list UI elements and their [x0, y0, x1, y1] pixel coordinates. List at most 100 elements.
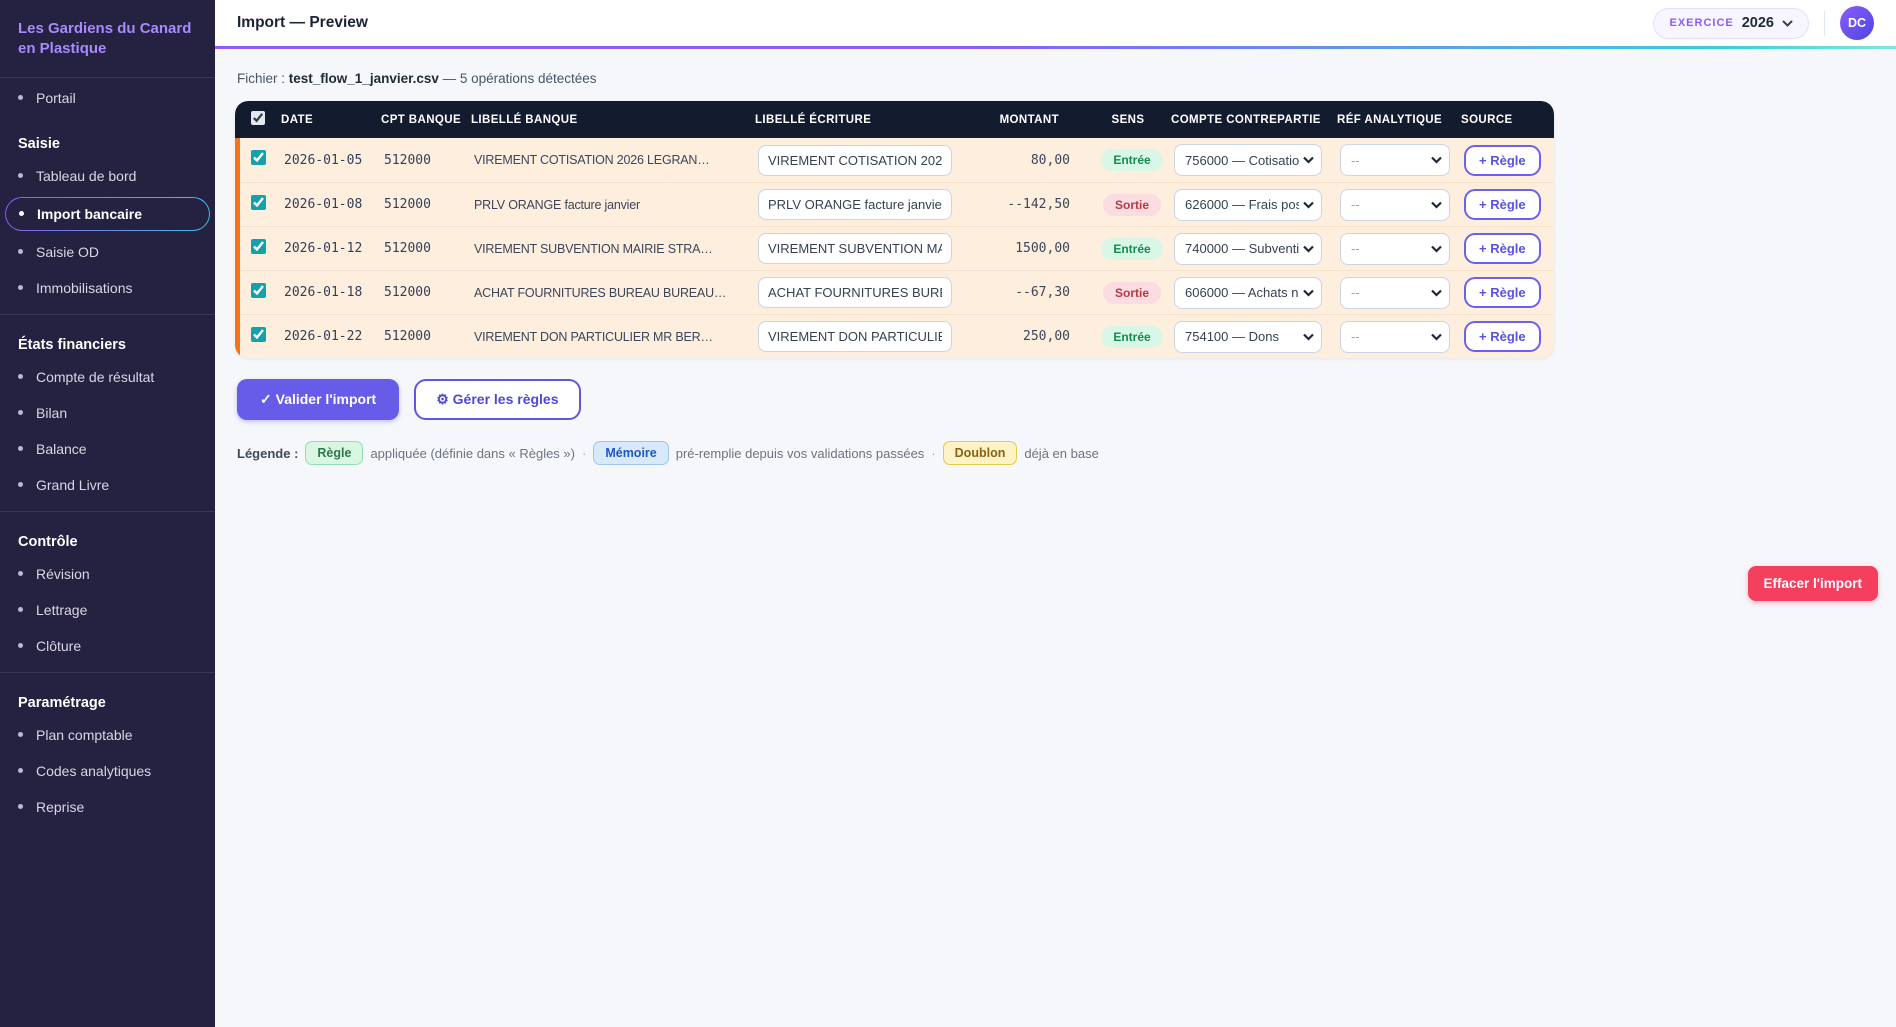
ref-analytique-select[interactable]: --: [1340, 277, 1450, 309]
ref-analytique-select[interactable]: --: [1340, 233, 1450, 265]
clear-import-button[interactable]: Effacer l'import: [1748, 566, 1878, 601]
sidebar-item-balance[interactable]: Balance: [0, 432, 215, 466]
bullet-icon: [19, 211, 24, 216]
sidebar-item-immobilisations[interactable]: Immobilisations: [0, 271, 215, 305]
ref-analytique-select[interactable]: --: [1340, 189, 1450, 221]
action-bar: ✓ Valider l'import ⚙ Gérer les règles: [237, 379, 1878, 420]
sidebar-item-lettrage[interactable]: Lettrage: [0, 593, 215, 627]
contrepartie-select[interactable]: 606000 — Achats non st: [1174, 277, 1322, 309]
sidebar-item-cloture[interactable]: Clôture: [0, 629, 215, 663]
sidebar-item-portail[interactable]: Portail: [0, 81, 215, 115]
avatar[interactable]: DC: [1840, 6, 1874, 40]
libelle-ecriture-input[interactable]: [758, 277, 952, 308]
bullet-icon: [18, 410, 23, 415]
bullet-icon: [18, 374, 23, 379]
sidebar-divider: [0, 672, 215, 673]
topbar-right: EXERCICE 2026 DC: [1653, 6, 1874, 40]
row-checkbox[interactable]: [251, 239, 266, 254]
contrepartie-select[interactable]: 756000 — Cotisations: [1174, 144, 1322, 176]
chevron-down-icon: [1782, 20, 1793, 27]
sidebar-item-bilan[interactable]: Bilan: [0, 396, 215, 430]
sidebar-item-label: Révision: [36, 566, 90, 582]
row-checkbox[interactable]: [251, 195, 266, 210]
sidebar-item-label: Immobilisations: [36, 280, 132, 296]
row-checkbox[interactable]: [251, 283, 266, 298]
contrepartie-select[interactable]: 754100 — Dons: [1174, 321, 1322, 353]
exercice-selector[interactable]: EXERCICE 2026: [1653, 8, 1809, 39]
cell-cpt-banque: 512000: [384, 153, 474, 168]
col-header-source: SOURCE: [1459, 114, 1554, 126]
validate-import-button[interactable]: ✓ Valider l'import: [237, 379, 399, 420]
app-title: Les Gardiens du Canard en Plastique: [0, 0, 215, 75]
legend-memoire-badge: Mémoire: [593, 441, 668, 465]
libelle-ecriture-input[interactable]: [758, 189, 952, 220]
sidebar-item-label: Import bancaire: [37, 206, 142, 222]
sidebar-item-reprise[interactable]: Reprise: [0, 790, 215, 824]
bullet-icon: [18, 173, 23, 178]
clear-import-row: Effacer l'import: [235, 566, 1878, 601]
bullet-icon: [18, 804, 23, 809]
select-all-checkbox[interactable]: [251, 111, 265, 125]
cell-libelle-banque: PRLV ORANGE facture janvier: [474, 198, 758, 212]
ref-analytique-select[interactable]: --: [1340, 144, 1450, 176]
sidebar-heading-parametrage: Paramétrage: [0, 675, 215, 717]
sidebar-item-label: Reprise: [36, 799, 84, 815]
legend-regle-text: appliquée (définie dans « Règles »): [370, 446, 575, 461]
cell-date: 2026-01-08: [284, 197, 384, 212]
contrepartie-select[interactable]: 626000 — Frais postaux: [1174, 189, 1322, 221]
sens-badge: Sortie: [1103, 282, 1161, 304]
cell-libelle-banque: VIREMENT SUBVENTION MAIRIE STRA…: [474, 242, 758, 256]
table-row: 2026-01-08 512000 PRLV ORANGE facture ja…: [240, 182, 1554, 226]
bullet-icon: [18, 285, 23, 290]
cell-date: 2026-01-05: [284, 153, 384, 168]
exercice-year: 2026: [1742, 15, 1774, 31]
file-info-suffix: — 5 opérations détectées: [443, 71, 597, 86]
table-row: 2026-01-18 512000 ACHAT FOURNITURES BURE…: [240, 270, 1554, 314]
contrepartie-select[interactable]: 740000 — Subventions: [1174, 233, 1322, 265]
manage-rules-button[interactable]: ⚙ Gérer les règles: [414, 379, 580, 420]
check-icon: ✓: [260, 391, 272, 407]
sidebar-item-import-bancaire[interactable]: Import bancaire: [5, 197, 210, 231]
sidebar-item-revision[interactable]: Révision: [0, 557, 215, 591]
sidebar-item-tableau-de-bord[interactable]: Tableau de bord: [0, 159, 215, 193]
add-rule-button[interactable]: + Règle: [1464, 189, 1541, 220]
libelle-ecriture-input[interactable]: [758, 233, 952, 264]
table-body: 2026-01-05 512000 VIREMENT COTISATION 20…: [235, 138, 1554, 358]
sidebar: Les Gardiens du Canard en Plastique Port…: [0, 0, 215, 1027]
add-rule-button[interactable]: + Règle: [1464, 145, 1541, 176]
sidebar-item-grand-livre[interactable]: Grand Livre: [0, 468, 215, 502]
sidebar-item-label: Tableau de bord: [36, 168, 136, 184]
sidebar-heading-etats-financiers: États financiers: [0, 317, 215, 359]
row-checkbox[interactable]: [251, 150, 266, 165]
bullet-icon: [18, 446, 23, 451]
cell-cpt-banque: 512000: [384, 285, 474, 300]
add-rule-button[interactable]: + Règle: [1464, 233, 1541, 264]
add-rule-button[interactable]: + Règle: [1464, 321, 1541, 352]
sidebar-item-compte-de-resultat[interactable]: Compte de résultat: [0, 360, 215, 394]
cell-cpt-banque: 512000: [384, 197, 474, 212]
sens-badge: Sortie: [1103, 194, 1161, 216]
ref-analytique-select[interactable]: --: [1340, 321, 1450, 353]
bullet-icon: [18, 482, 23, 487]
cell-montant: 1500,00: [986, 241, 1090, 256]
add-rule-button[interactable]: + Règle: [1464, 277, 1541, 308]
cell-cpt-banque: 512000: [384, 241, 474, 256]
bullet-icon: [18, 571, 23, 576]
sens-badge: Entrée: [1101, 238, 1162, 260]
row-checkbox[interactable]: [251, 327, 266, 342]
file-info-label: Fichier :: [237, 71, 285, 86]
table-header-row: DATE CPT BANQUE LIBELLÉ BANQUE LIBELLÉ É…: [235, 101, 1554, 138]
sidebar-item-plan-comptable[interactable]: Plan comptable: [0, 718, 215, 752]
libelle-ecriture-input[interactable]: [758, 145, 952, 176]
file-info: Fichier : test_flow_1_janvier.csv — 5 op…: [237, 71, 1878, 86]
legend-memoire-text: pré-remplie depuis vos validations passé…: [676, 446, 925, 461]
topbar: Import — Preview EXERCICE 2026 DC: [215, 0, 1896, 46]
sidebar-item-label: Compte de résultat: [36, 369, 154, 385]
cell-date: 2026-01-22: [284, 329, 384, 344]
sidebar-item-codes-analytiques[interactable]: Codes analytiques: [0, 754, 215, 788]
sidebar-item-saisie-od[interactable]: Saisie OD: [0, 235, 215, 269]
cell-date: 2026-01-12: [284, 241, 384, 256]
col-header-compte-contrepartie: COMPTE CONTREPARTIE: [1169, 114, 1335, 126]
libelle-ecriture-input[interactable]: [758, 321, 952, 352]
legend: Légende : Règle appliquée (définie dans …: [237, 441, 1878, 465]
